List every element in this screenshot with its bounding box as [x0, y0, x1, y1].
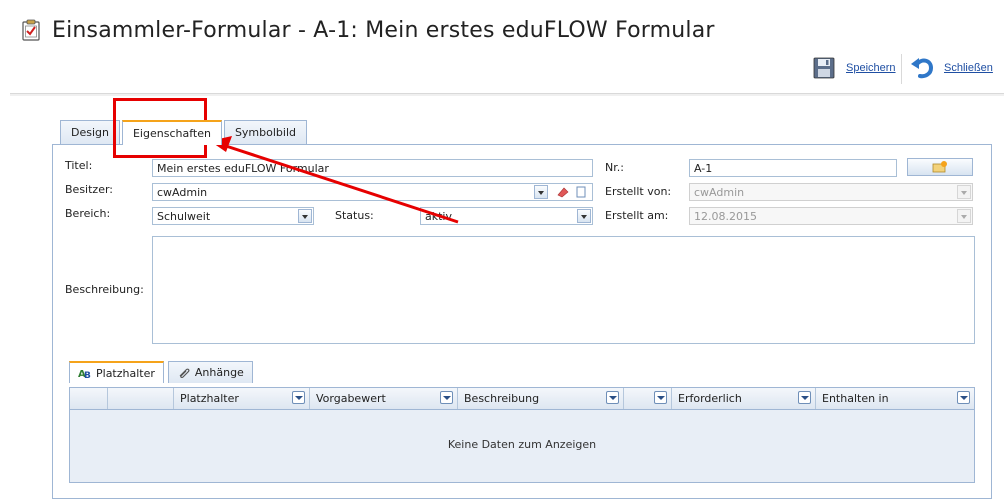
- subtab-strip: A B Platzhalter Anhänge: [69, 361, 257, 383]
- toolbar-divider: [10, 94, 1004, 96]
- chevron-down-icon: [957, 209, 971, 223]
- close-button-label: Schließen: [944, 62, 993, 74]
- titel-input[interactable]: Mein erstes eduFLOW Formular: [152, 159, 593, 177]
- bereich-select[interactable]: Schulweit: [152, 207, 314, 225]
- erstellt-am-label: Erstellt am:: [605, 209, 669, 222]
- empty-message: Keine Daten zum Anzeigen: [447, 438, 597, 451]
- toolbar: Speichern Schließen: [10, 48, 1004, 94]
- floppy-disk-icon: [810, 54, 838, 82]
- tab-label: Symbolbild: [234, 126, 296, 139]
- eraser-icon[interactable]: [556, 185, 570, 199]
- main-panel: Design Eigenschaften Symbolbild Titel: M…: [52, 120, 992, 499]
- erstellt-von-value: cwAdmin: [694, 186, 745, 199]
- besitzer-label: Besitzer:: [65, 183, 113, 196]
- col-label: Enthalten in: [822, 392, 889, 405]
- filter-dropdown-icon[interactable]: [957, 391, 970, 404]
- subtab-label: Platzhalter: [96, 366, 155, 380]
- grid-col-vorgabewert[interactable]: Vorgabewert: [310, 388, 458, 409]
- col-label: Vorgabewert: [316, 392, 386, 405]
- undo-arrow-icon: [908, 54, 936, 82]
- tab-label: Eigenschaften: [132, 127, 211, 140]
- tab-design[interactable]: Design: [60, 120, 120, 144]
- subtab-label: Anhänge: [194, 366, 244, 379]
- tab-label: Design: [71, 126, 109, 139]
- nr-input[interactable]: A-1: [689, 159, 897, 177]
- close-button[interactable]: Schließen: [908, 54, 993, 82]
- svg-text:B: B: [84, 371, 91, 379]
- besitzer-value: cwAdmin: [157, 186, 208, 199]
- bereich-value: Schulweit: [157, 210, 211, 223]
- filter-dropdown-icon[interactable]: [654, 391, 667, 404]
- status-label: Status:: [335, 209, 374, 222]
- filter-dropdown-icon[interactable]: [440, 391, 453, 404]
- chevron-down-icon: [957, 185, 971, 199]
- grid-col-unnamed[interactable]: [624, 388, 672, 409]
- erstellt-von-select: cwAdmin: [689, 183, 973, 201]
- folder-star-icon: [932, 160, 947, 174]
- beschreibung-label: Beschreibung:: [65, 283, 144, 296]
- chevron-down-icon[interactable]: [298, 209, 312, 223]
- chevron-down-icon[interactable]: [534, 185, 548, 199]
- col-label: Beschreibung: [464, 392, 540, 405]
- toolbar-separator: [901, 54, 902, 84]
- col-label: Platzhalter: [180, 392, 239, 405]
- clipboard-check-icon: [22, 19, 40, 41]
- grid-col-erforderlich[interactable]: Erforderlich: [672, 388, 816, 409]
- titel-label: Titel:: [65, 159, 93, 172]
- col-label: Erforderlich: [678, 392, 742, 405]
- grid-body: Keine Daten zum Anzeigen: [70, 410, 974, 482]
- save-button[interactable]: Speichern: [810, 54, 896, 82]
- bereich-label: Bereich:: [65, 207, 111, 220]
- placeholder-icon: A B: [78, 367, 92, 381]
- filter-dropdown-icon[interactable]: [292, 391, 305, 404]
- title-bar: Einsammler-Formular - A-1: Mein erstes e…: [22, 14, 715, 46]
- subtab-platzhalter[interactable]: A B Platzhalter: [69, 361, 164, 383]
- filter-dropdown-icon[interactable]: [798, 391, 811, 404]
- tab-strip: Design Eigenschaften Symbolbild: [60, 120, 309, 145]
- copy-icon[interactable]: [574, 185, 588, 199]
- grid-col-select[interactable]: [70, 388, 108, 409]
- status-select[interactable]: aktiv: [420, 207, 593, 225]
- grid-col-enthalten-in[interactable]: Enthalten in: [816, 388, 974, 409]
- chevron-down-icon[interactable]: [577, 209, 591, 223]
- placeholder-grid: Platzhalter Vorgabewert Beschreibung Erf…: [69, 387, 975, 483]
- save-button-label: Speichern: [846, 62, 896, 74]
- page-title: Einsammler-Formular - A-1: Mein erstes e…: [52, 17, 715, 43]
- nr-label: Nr.:: [605, 161, 624, 174]
- grid-col-empty[interactable]: [108, 388, 174, 409]
- subtab-anhaenge[interactable]: Anhänge: [167, 361, 253, 383]
- erstellt-am-value: 12.08.2015: [694, 210, 757, 223]
- paperclip-icon: [177, 367, 191, 379]
- tab-symbolbild[interactable]: Symbolbild: [223, 120, 307, 144]
- filter-dropdown-icon[interactable]: [606, 391, 619, 404]
- properties-form: Titel: Mein erstes eduFLOW Formular Nr.:…: [52, 144, 992, 499]
- grid-header: Platzhalter Vorgabewert Beschreibung Erf…: [70, 388, 974, 410]
- status-value: aktiv: [425, 210, 452, 223]
- number-generator-button[interactable]: [907, 158, 973, 176]
- besitzer-select[interactable]: cwAdmin: [152, 183, 593, 201]
- grid-col-platzhalter[interactable]: Platzhalter: [174, 388, 310, 409]
- beschreibung-textarea[interactable]: [152, 236, 975, 344]
- erstellt-am-input: 12.08.2015: [689, 207, 973, 225]
- tab-eigenschaften[interactable]: Eigenschaften: [121, 120, 222, 145]
- form-window: Einsammler-Formular - A-1: Mein erstes e…: [0, 0, 1004, 499]
- erstellt-von-label: Erstellt von:: [605, 185, 672, 198]
- grid-col-beschreibung[interactable]: Beschreibung: [458, 388, 624, 409]
